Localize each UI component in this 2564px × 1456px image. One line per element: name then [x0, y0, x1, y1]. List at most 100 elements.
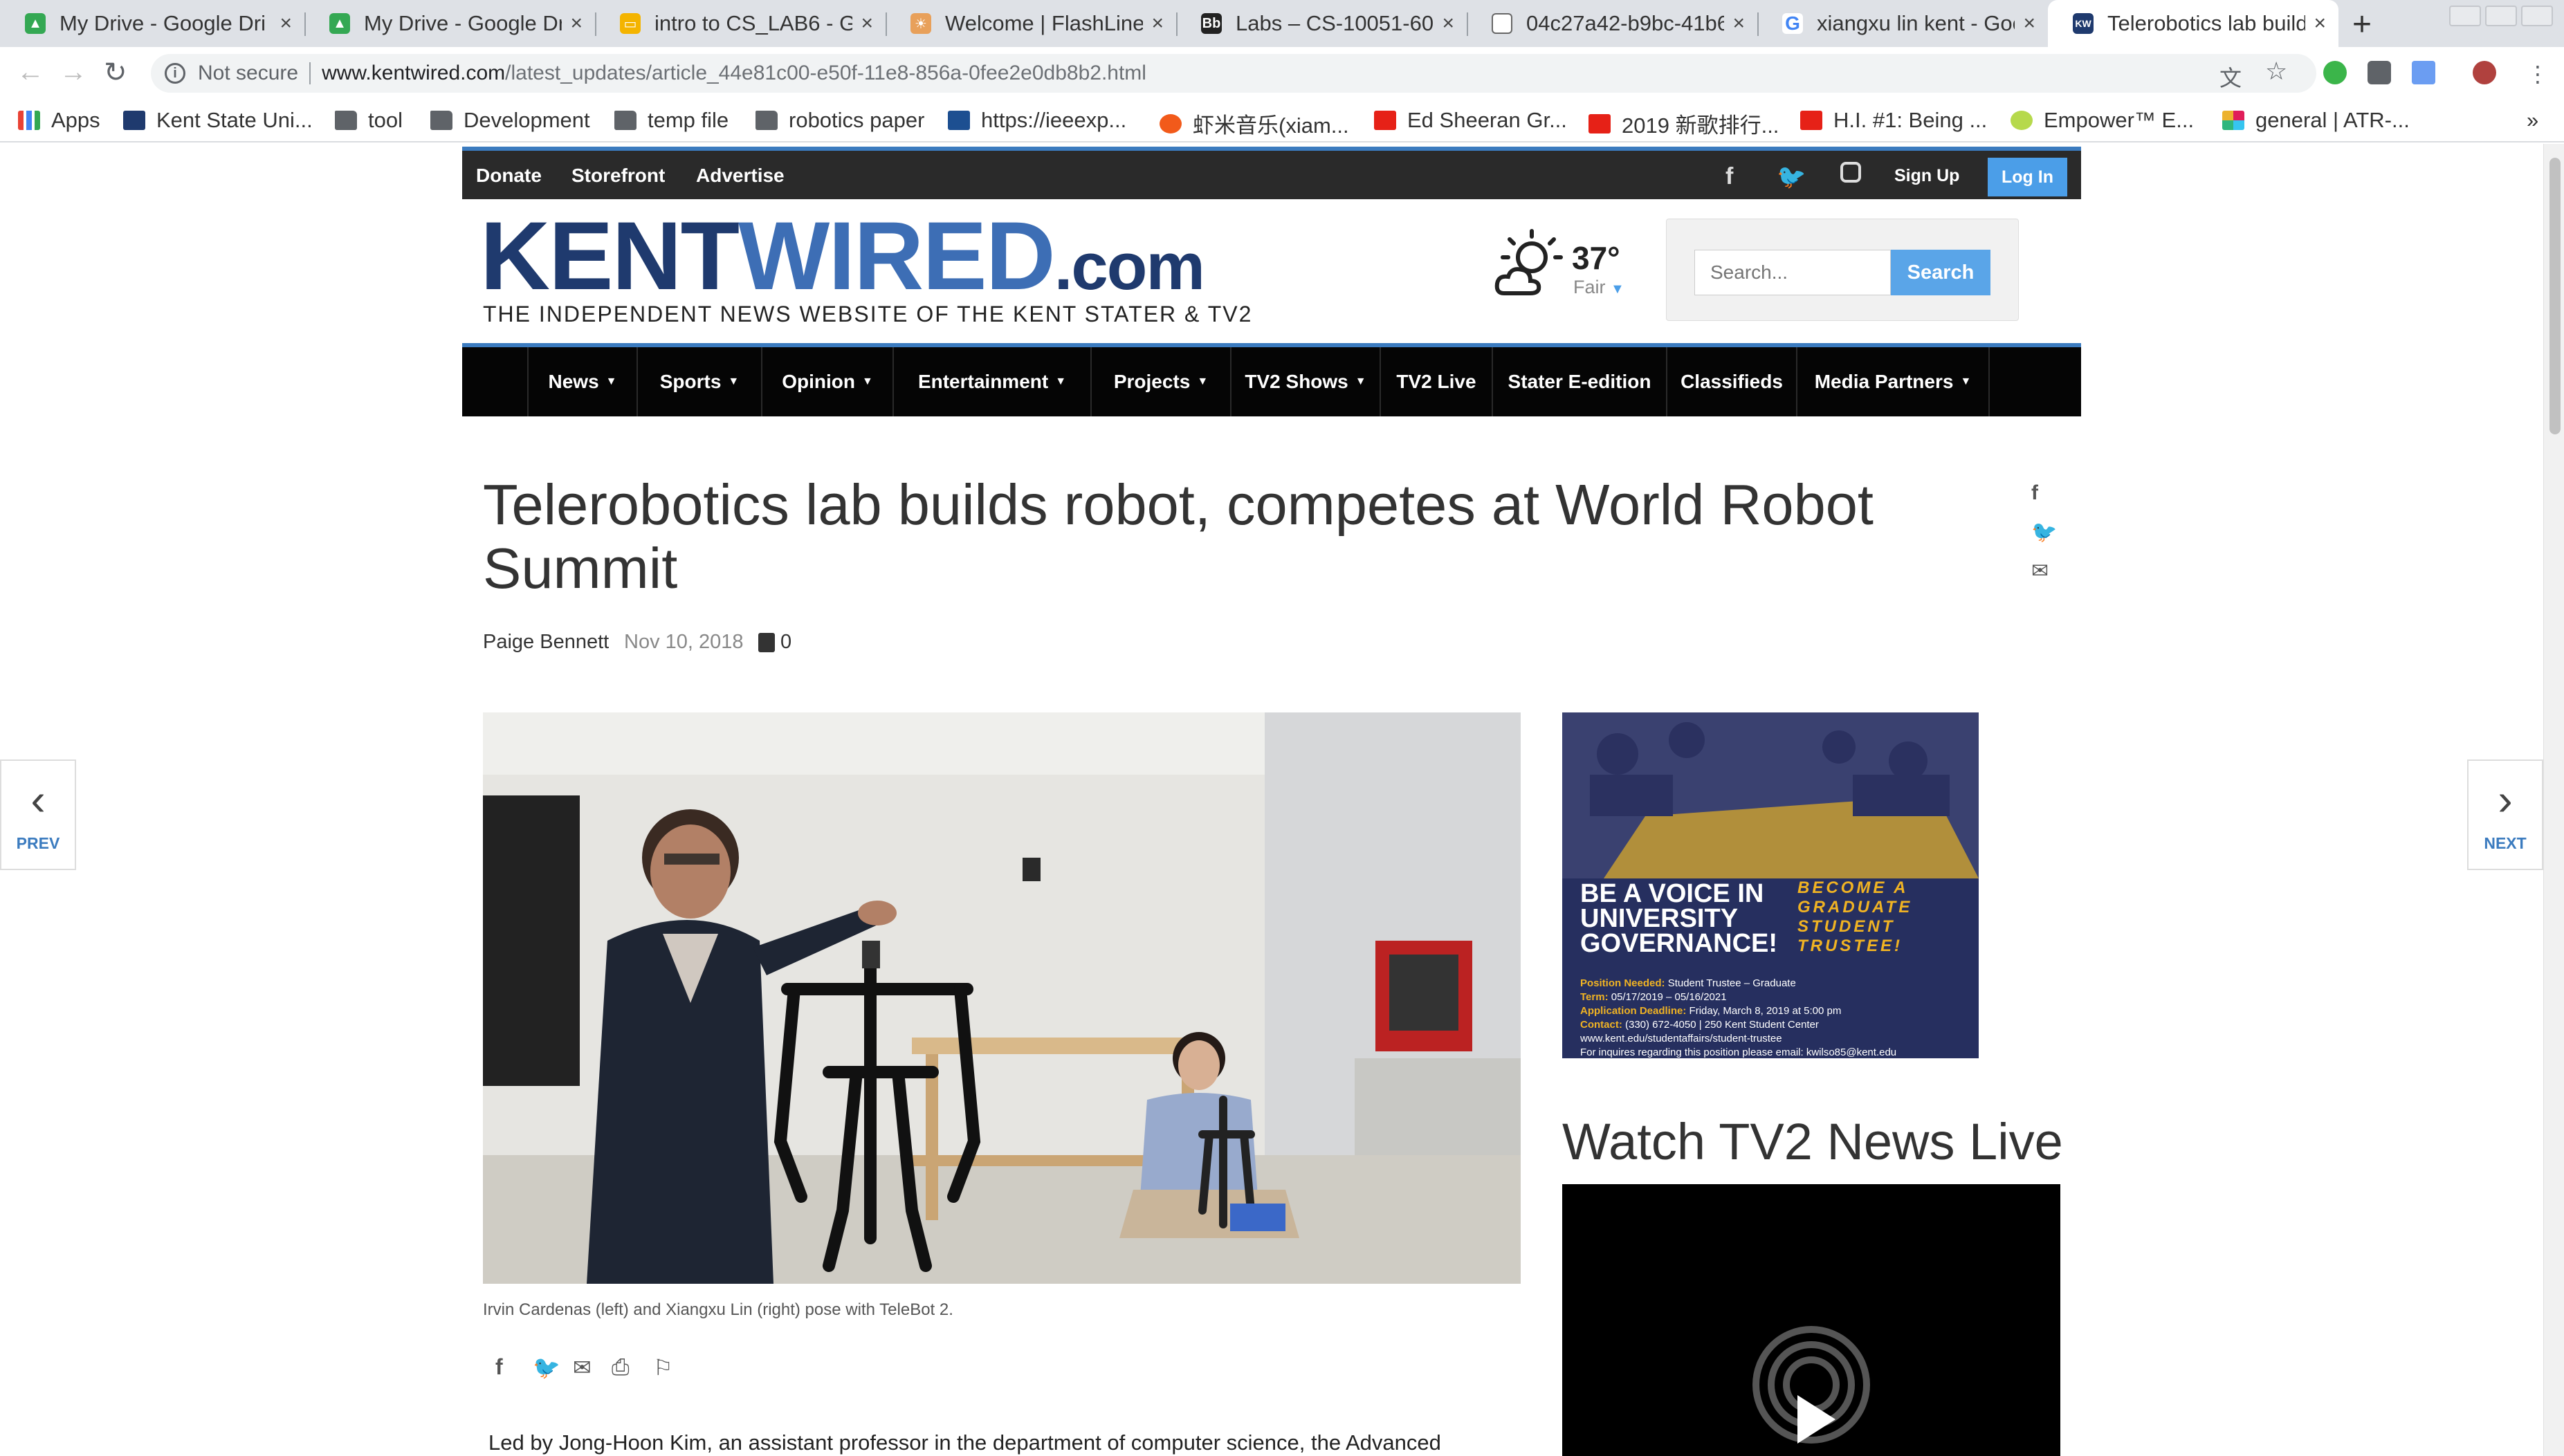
docs-extension-icon[interactable]: [2412, 61, 2435, 84]
tab-close-icon[interactable]: ×: [1442, 12, 1454, 35]
empower-icon: [2011, 111, 2033, 130]
article-photo[interactable]: [483, 712, 1521, 1284]
bookmark-folder-temp-file[interactable]: temp file: [614, 108, 729, 133]
advertise-link[interactable]: Advertise: [696, 165, 785, 187]
search-input[interactable]: [1694, 250, 1891, 295]
bookmark-folder-development[interactable]: Development: [430, 108, 590, 133]
nav-label: News: [548, 371, 599, 392]
donate-link[interactable]: Donate: [476, 165, 542, 187]
bookmark-folder-tool[interactable]: tool: [335, 108, 403, 133]
tab-title: Telerobotics lab build: [2107, 11, 2306, 35]
forward-arrow-icon[interactable]: →: [59, 57, 87, 88]
browser-tab[interactable]: ▭ intro to CS_LAB6 - Go ×: [595, 0, 886, 47]
nav-label: Sports: [659, 371, 722, 392]
reload-icon[interactable]: ↻: [104, 57, 127, 89]
nav-news[interactable]: News ▼: [529, 347, 637, 416]
folder-icon: [430, 111, 452, 130]
search-button[interactable]: Search: [1891, 250, 1990, 295]
star-icon[interactable]: ☆: [2265, 57, 2287, 86]
tab-close-icon[interactable]: ×: [861, 12, 873, 35]
bookmark-slack[interactable]: general | ATR-...: [2222, 108, 2410, 133]
tab-close-icon[interactable]: ×: [2314, 12, 2326, 35]
storefront-link[interactable]: Storefront: [571, 165, 665, 187]
comment-count[interactable]: 0: [758, 631, 791, 654]
tab-close-icon[interactable]: ×: [2023, 12, 2035, 35]
grammarly-extension-icon[interactable]: [2323, 61, 2347, 84]
print-icon[interactable]: ⎙: [612, 1354, 630, 1381]
tab-close-icon[interactable]: ×: [280, 12, 292, 35]
bookmark-ieee[interactable]: https://ieeexp...: [948, 108, 1126, 133]
twitter-icon[interactable]: 🐦: [1777, 163, 1806, 191]
browser-tab[interactable]: ▲ My Drive - Google Dri ×: [304, 0, 595, 47]
log-in-button[interactable]: Log In: [1988, 158, 2067, 196]
site-tagline: THE INDEPENDENT NEWS WEBSITE OF THE KENT…: [483, 302, 1253, 326]
browser-tab[interactable]: ☀ Welcome | FlashLine ×: [886, 0, 1176, 47]
browser-tab[interactable]: ▲ My Drive - Google Dri ×: [0, 0, 304, 47]
profile-avatar[interactable]: [2473, 61, 2496, 84]
close-window-button[interactable]: [2521, 6, 2553, 26]
weather-condition[interactable]: Fair ▼: [1573, 277, 1624, 298]
nav-sports[interactable]: Sports ▼: [638, 347, 761, 416]
nav-entertainment[interactable]: Entertainment ▼: [894, 347, 1090, 416]
minimize-window-button[interactable]: [2449, 6, 2481, 26]
bookmark-folder-robotics-paper[interactable]: robotics paper: [756, 108, 924, 133]
email-share-icon[interactable]: ✉: [2031, 559, 2049, 583]
facebook-icon[interactable]: f: [1725, 163, 1733, 190]
address-bar[interactable]: i Not secure www.kentwired.com /latest_u…: [151, 54, 2316, 93]
nav-projects[interactable]: Projects ▼: [1092, 347, 1230, 416]
next-article-button[interactable]: › NEXT: [2467, 759, 2543, 870]
instagram-icon[interactable]: [1840, 162, 1861, 183]
bookmark-youtube-hi[interactable]: H.I. #1: Being ...: [1800, 108, 1987, 133]
bookmark-icon[interactable]: ⚐: [653, 1354, 673, 1381]
nav-stater-e-edition[interactable]: Stater E-edition: [1493, 347, 1666, 416]
translate-icon[interactable]: 文: [2219, 61, 2242, 93]
address-divider: [309, 62, 311, 84]
facebook-share-icon[interactable]: f: [495, 1354, 503, 1380]
menu-dots-icon[interactable]: ⋮: [2527, 61, 2549, 87]
bookmark-xiami[interactable]: 虾米音乐(xiam...: [1160, 108, 1349, 139]
sidebar-advertisement[interactable]: BE A VOICE IN UNIVERSITY GOVERNANCE! BEC…: [1562, 712, 1979, 1058]
nav-tv2-shows[interactable]: TV2 Shows ▼: [1231, 347, 1380, 416]
tab-close-icon[interactable]: ×: [570, 12, 583, 35]
tv2-video-player[interactable]: [1562, 1184, 2060, 1456]
article-headline: Telerobotics lab builds robot, competes …: [483, 472, 1874, 600]
tab-close-icon[interactable]: ×: [1151, 12, 1164, 35]
twitter-share-icon[interactable]: 🐦: [2031, 520, 2057, 544]
sign-up-link[interactable]: Sign Up: [1894, 166, 1959, 186]
google-icon: G: [1782, 12, 1803, 34]
bookmark-apps[interactable]: Apps: [18, 108, 100, 133]
browser-tab-active[interactable]: KW Telerobotics lab build ×: [2048, 0, 2338, 47]
tab-close-icon[interactable]: ×: [1732, 12, 1745, 35]
prev-article-button[interactable]: ‹ PREV: [0, 759, 76, 870]
browser-tab[interactable]: G xiangxu lin kent - Goo ×: [1757, 0, 2048, 47]
bookmark-youtube-2019[interactable]: 2019 新歌排行...: [1588, 108, 1779, 139]
twitter-share-icon[interactable]: 🐦: [533, 1354, 560, 1381]
bookmark-youtube-ed-sheeran[interactable]: Ed Sheeran Gr...: [1374, 108, 1567, 133]
nav-media-partners[interactable]: Media Partners ▼: [1797, 347, 1988, 416]
back-arrow-icon[interactable]: ←: [17, 57, 44, 88]
facebook-share-icon[interactable]: f: [2031, 481, 2038, 505]
tab-title: 04c27a42-b9bc-41b6: [1526, 11, 1725, 35]
caret-down-icon: ▼: [605, 376, 617, 387]
bookmark-label: temp file: [648, 108, 729, 132]
nav-tv2-live[interactable]: TV2 Live: [1381, 347, 1492, 416]
site-logo[interactable]: KENTWIRED.com: [480, 208, 1205, 304]
ad-detail-line: Position Needed: Student Trustee – Gradu…: [1580, 977, 1896, 990]
email-share-icon[interactable]: ✉: [573, 1354, 592, 1381]
ad-detail-value: Friday, March 8, 2019 at 5:00 pm: [1689, 1005, 1842, 1017]
article-author[interactable]: Paige Bennett: [483, 631, 609, 654]
new-tab-button[interactable]: +: [2352, 6, 2372, 44]
nav-opinion[interactable]: Opinion ▼: [762, 347, 892, 416]
browser-tab[interactable]: 04c27a42-b9bc-41b6 ×: [1467, 0, 1757, 47]
browser-tab[interactable]: Bb Labs – CS-10051-600 ×: [1176, 0, 1467, 47]
info-icon[interactable]: i: [165, 63, 185, 84]
bookmarks-overflow-button[interactable]: »: [2527, 108, 2538, 133]
bookmark-kent-state[interactable]: Kent State Uni...: [123, 108, 313, 133]
maximize-window-button[interactable]: [2485, 6, 2517, 26]
nav-classifieds[interactable]: Classifieds: [1667, 347, 1796, 416]
scrollbar-thumb[interactable]: [2549, 158, 2561, 434]
page-scrollbar[interactable]: [2543, 144, 2564, 1456]
bookmark-label: Apps: [51, 108, 100, 132]
shield-extension-icon[interactable]: [2368, 61, 2391, 84]
bookmark-empower[interactable]: Empower™ E...: [2011, 108, 2194, 133]
